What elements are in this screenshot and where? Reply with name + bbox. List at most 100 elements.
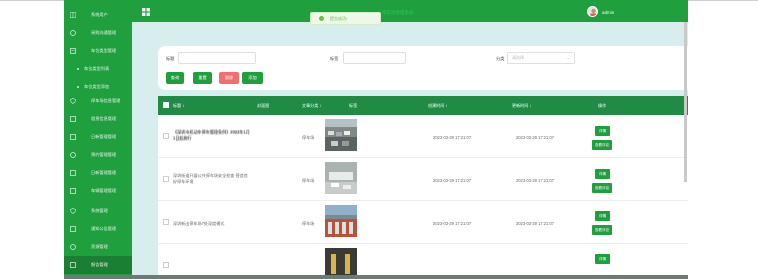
row-updated: 2023-03-29 17:21:07 — [516, 221, 555, 226]
sidebar-item-rental[interactable]: 租赁信息管理 — [64, 110, 132, 128]
select-all-checkbox[interactable] — [163, 102, 169, 108]
top-header: 停车场管理系统 admin — [132, 0, 688, 22]
row-title: 《深圳市机动车停车管理条例》2023年1月1日起施行 — [173, 130, 250, 141]
cover-image — [325, 205, 357, 237]
sidebar-item-vehicles[interactable]: 车辆管理管理 — [64, 182, 132, 200]
row-checkbox[interactable] — [163, 176, 169, 182]
col-updated[interactable]: 更新时间 ↕ — [512, 103, 532, 109]
sidebar-item-booking[interactable]: 预约管理管理 — [64, 146, 132, 164]
sidebar-item-label: 车位类型添加 — [84, 84, 110, 89]
sidebar-item-label: 采购沟通管理 — [91, 30, 117, 35]
shield-icon — [70, 98, 76, 104]
category-placeholder: 请选择 — [512, 55, 524, 60]
username[interactable]: admin — [602, 10, 614, 15]
list-icon — [70, 188, 76, 194]
row-checkbox[interactable] — [163, 133, 169, 139]
list-icon — [70, 262, 76, 268]
sidebar-item-label: 系统用户 — [91, 12, 108, 17]
col-tag: 标签 — [349, 103, 358, 108]
detail-button[interactable]: 详情 — [595, 211, 610, 221]
shield-icon — [70, 208, 76, 214]
app-frame: 系统用户 采购沟通管理 车位类型管理 车位类型列表 车位类型添加 停车场信息管理… — [64, 0, 688, 279]
row-updated: 2023-03-29 17:21:07 — [516, 135, 555, 140]
tag-input[interactable] — [343, 52, 406, 64]
toast-text: 提交成功! — [330, 15, 348, 21]
view-comments-button[interactable]: 查看评论 — [592, 183, 612, 193]
col-created[interactable]: 创建时间 ↕ — [428, 103, 448, 109]
add-button[interactable]: 添加 — [242, 72, 263, 84]
sidebar-item-system-users[interactable]: 系统用户 — [64, 6, 132, 24]
list-icon — [70, 48, 76, 54]
row-category: 停车场 — [302, 178, 315, 183]
sidebar-item-label: 资源管理 — [91, 244, 108, 249]
title-label: 标题 — [166, 56, 175, 61]
sidebar-item-spot-types[interactable]: 车位类型管理 — [64, 42, 132, 60]
sidebar-item-daily-2[interactable]: 日新管理管理 — [64, 164, 132, 182]
title-input[interactable] — [178, 52, 256, 64]
delete-button[interactable]: 删除 — [219, 72, 239, 84]
category-label: 分类 — [496, 56, 505, 61]
sidebar-item-reports[interactable]: 报告管理 — [64, 256, 132, 274]
table-header: 标题 ↕ 封面图 文章分类 ↕ 标签 创建时间 ↕ 更新时间 ↕ 操作 — [158, 96, 688, 115]
row-updated: 2023-03-29 17:21:07 — [516, 178, 555, 183]
detail-button[interactable]: 详情 — [595, 169, 610, 179]
list-icon — [70, 134, 76, 140]
reset-button[interactable]: 重置 — [193, 72, 212, 84]
view-comments-button[interactable]: 查看评论 — [592, 225, 612, 235]
sidebar-item-notices[interactable]: 通知公告管理 — [64, 220, 132, 238]
sidebar-item-label: 系统管理 — [91, 208, 108, 213]
sidebar: 系统用户 采购沟通管理 车位类型管理 车位类型列表 车位类型添加 停车场信息管理… — [64, 0, 132, 279]
sidebar-item-label: 停车场信息管理 — [91, 98, 121, 103]
query-button[interactable]: 查询 — [166, 72, 184, 84]
grid-icon — [70, 12, 76, 18]
chat-icon — [70, 152, 76, 158]
sidebar-subitem-spot-list[interactable]: 车位类型列表 — [64, 60, 132, 78]
list-icon — [70, 226, 76, 232]
col-title[interactable]: 标题 ↕ — [173, 103, 184, 109]
row-title: 深圳街道开展公共停车场安全检查 营造良好停车环境 — [173, 173, 248, 184]
cover-image — [325, 119, 357, 151]
avatar[interactable] — [587, 6, 598, 17]
col-cover: 封面图 — [257, 103, 270, 108]
bottom-scrollbar[interactable] — [64, 275, 688, 279]
detail-button[interactable]: 详情 — [595, 126, 610, 136]
menu-grid-icon[interactable] — [142, 8, 150, 16]
sidebar-item-label: 车位类型列表 — [84, 66, 110, 71]
chat-icon — [70, 244, 76, 250]
vertical-scrollbar[interactable] — [684, 22, 687, 182]
sidebar-item-label: 日新管理管理 — [91, 170, 117, 175]
check-circle-icon — [319, 16, 324, 21]
sidebar-item-daily[interactable]: 日新管理管理 — [64, 128, 132, 146]
sidebar-item-label: 日新管理管理 — [91, 134, 117, 139]
chevron-down-icon: ⌄ — [566, 55, 570, 60]
row-checkbox[interactable] — [163, 262, 169, 268]
sidebar-item-label: 车位类型管理 — [91, 48, 117, 53]
list-icon — [70, 116, 76, 122]
row-category: 停车场 — [302, 135, 315, 140]
row-checkbox[interactable] — [163, 219, 169, 225]
cover-image — [325, 162, 357, 194]
bullet-icon — [77, 86, 79, 88]
sidebar-item-system[interactable]: 系统管理 — [64, 202, 132, 220]
sidebar-item-chat[interactable]: 采购沟通管理 — [64, 24, 132, 42]
chat-icon — [70, 30, 76, 36]
bullet-icon — [77, 68, 79, 70]
list-icon — [70, 170, 76, 176]
row-title: 深圳新出停车场7处深度模式 — [173, 221, 225, 226]
row-created: 2023-03-29 17:21:07 — [433, 178, 472, 183]
row-created: 2023-03-29 17:21:07 — [433, 135, 472, 140]
col-actions: 操作 — [598, 103, 607, 108]
sidebar-item-parking[interactable]: 停车场信息管理 — [64, 92, 132, 110]
row-created: 2023-03-29 17:21:07 — [433, 221, 472, 226]
view-comments-button[interactable]: 查看评论 — [592, 140, 612, 150]
detail-button[interactable]: 详情 — [595, 254, 610, 264]
row-category: 停车场 — [302, 221, 315, 226]
col-category[interactable]: 文章分类 ↕ — [302, 103, 322, 109]
tag-label: 标签 — [330, 56, 339, 61]
sidebar-item-label: 租赁信息管理 — [91, 116, 117, 121]
sidebar-item-label: 报告管理 — [91, 262, 108, 267]
sidebar-item-label: 车辆管理管理 — [91, 188, 117, 193]
sidebar-item-label: 通知公告管理 — [91, 226, 117, 231]
category-select[interactable]: 请选择 ⌄ — [507, 52, 575, 64]
sidebar-item-resources[interactable]: 资源管理 — [64, 238, 132, 256]
